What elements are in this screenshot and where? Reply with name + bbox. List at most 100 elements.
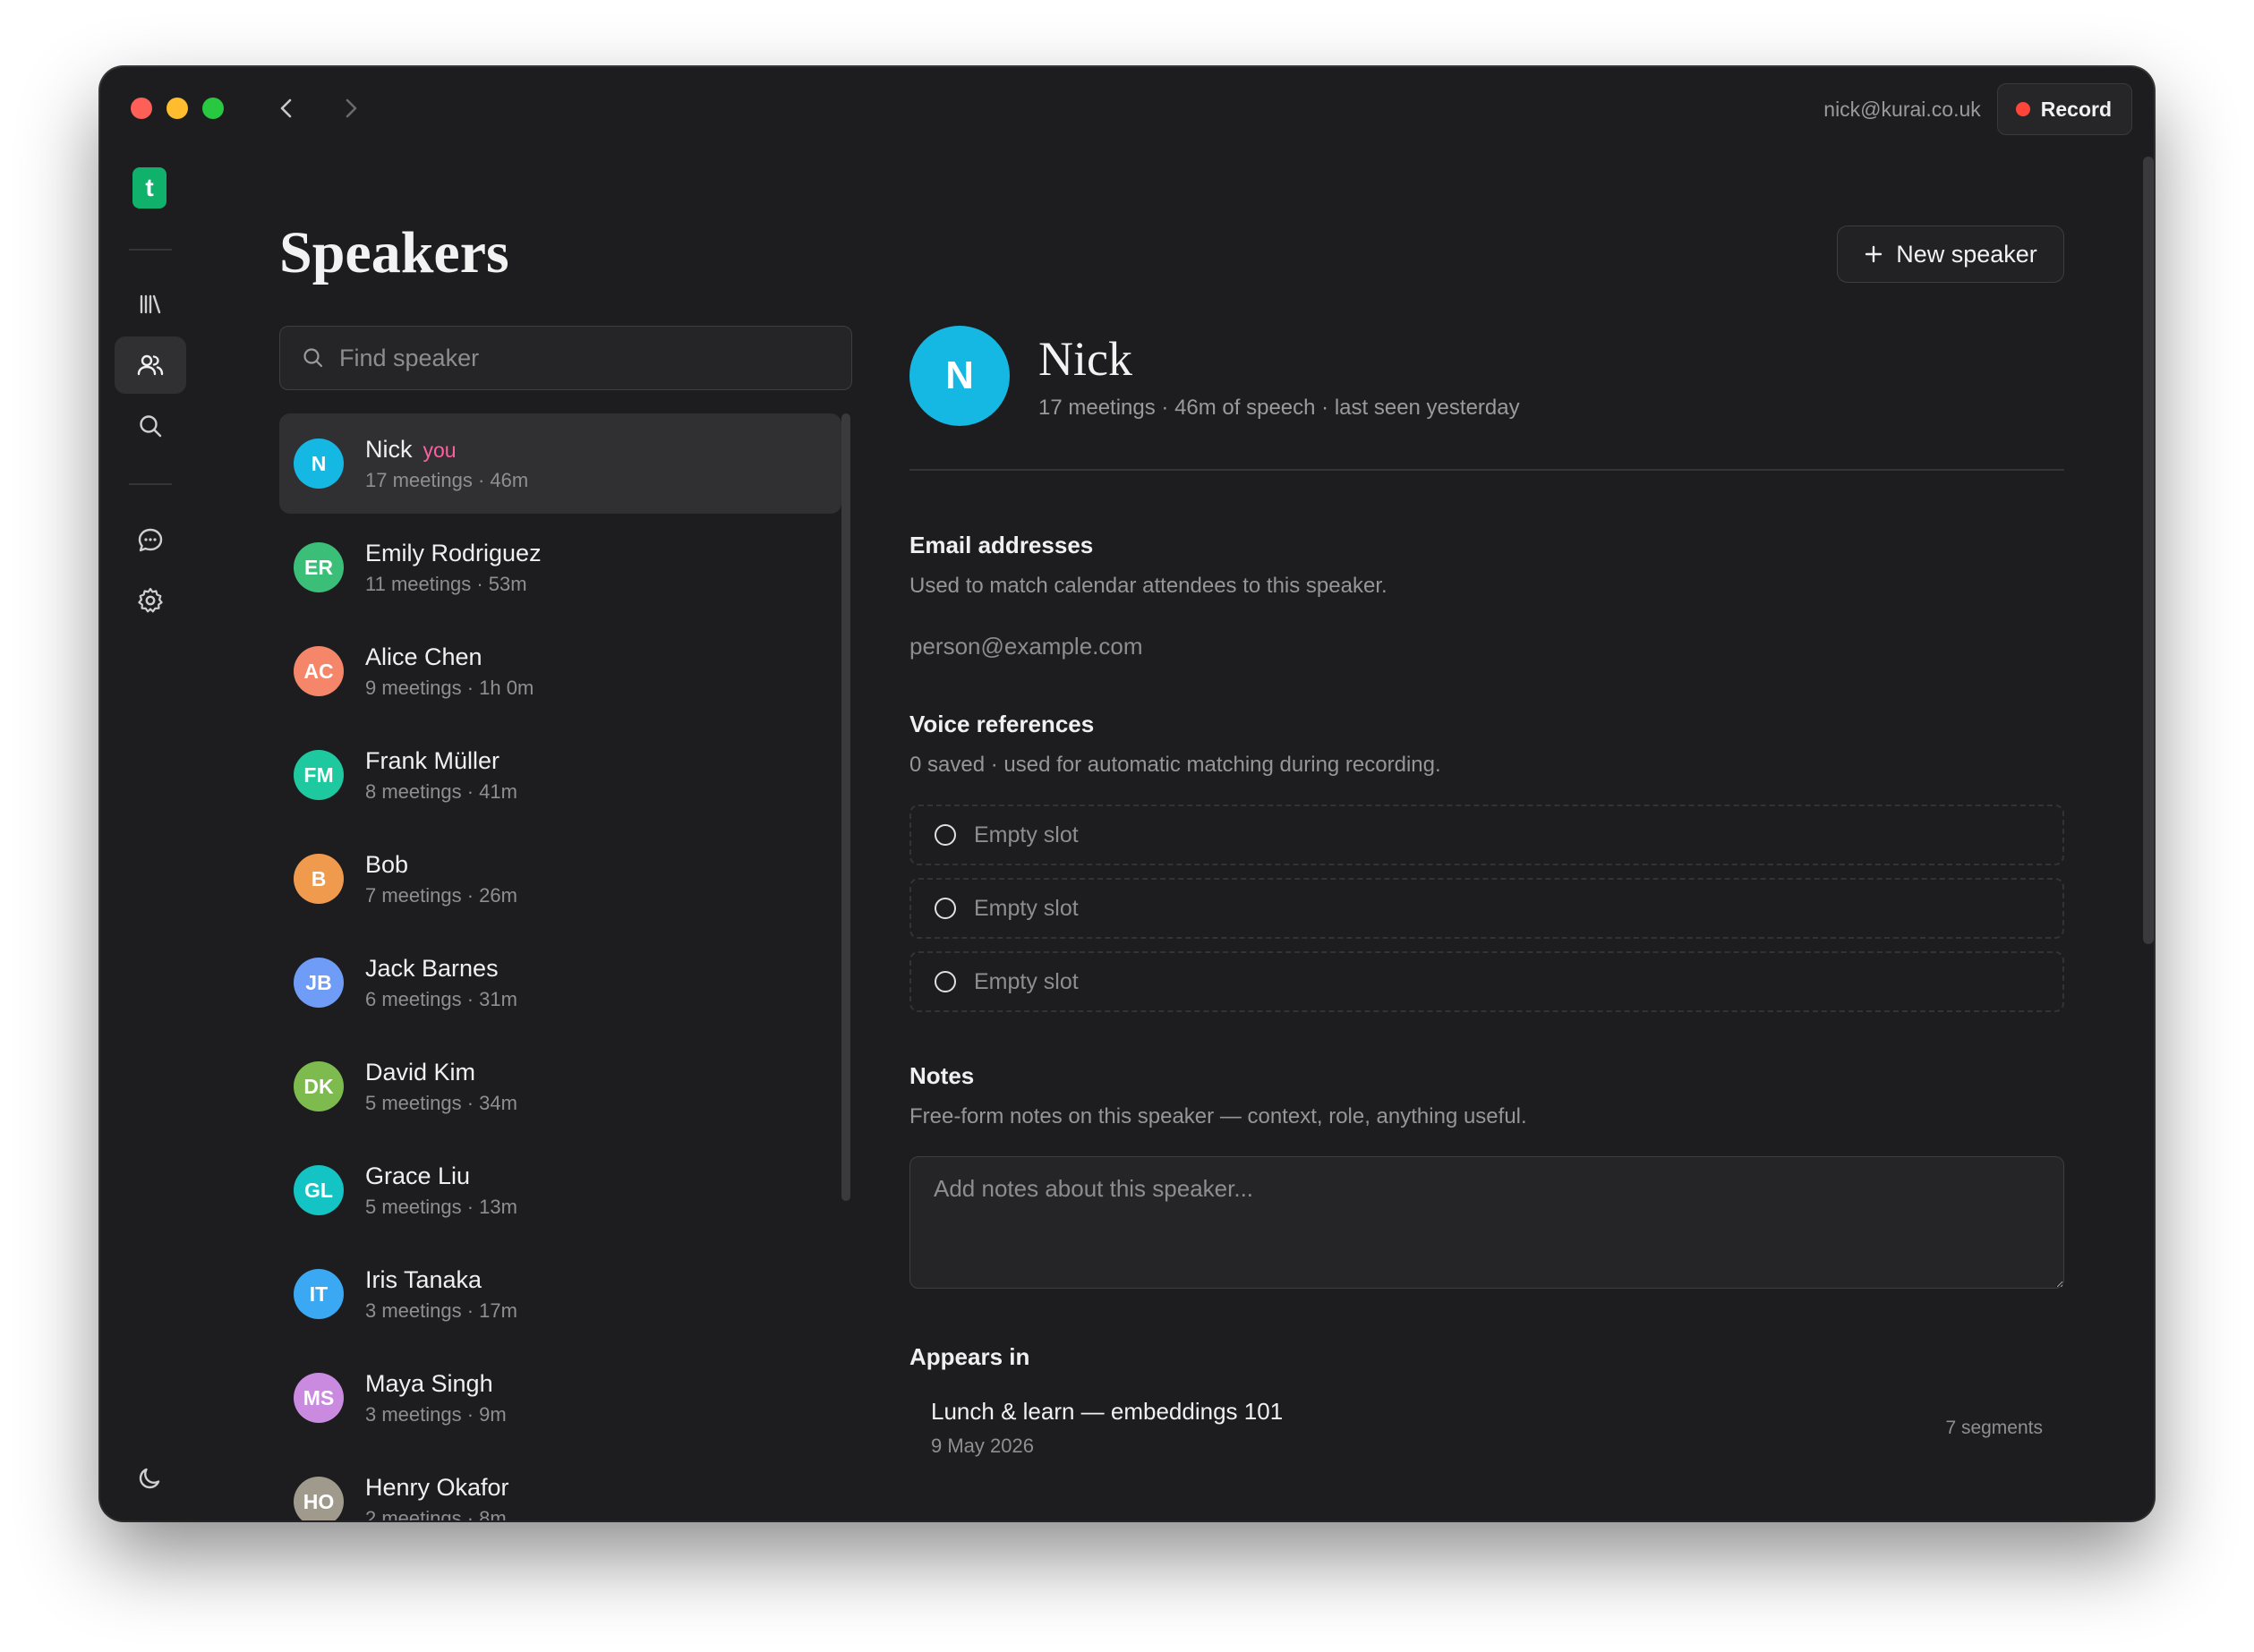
minimize-window-button[interactable]	[166, 98, 188, 119]
speaker-list: N Nick you 17 meetings · 46m ER Emily Rodrigu…	[279, 413, 841, 1520]
page-title: Speakers	[279, 220, 509, 285]
speaker-name-line: Iris Tanaka	[365, 1266, 517, 1294]
speaker-name-line: Maya Singh	[365, 1370, 507, 1398]
speaker-name: Frank Müller	[365, 746, 500, 774]
meeting-item[interactable]: Lunch & learn — embeddings 101 9 May 2026…	[909, 1398, 2064, 1458]
speaker-row[interactable]: ER Emily Rodriguez 11 meetings · 53m	[279, 517, 841, 617]
speaker-info: Nick you 17 meetings · 46m	[365, 436, 528, 492]
speaker-meta: 17 meetings · 46m	[365, 468, 529, 491]
speaker-name: Jack Barnes	[365, 954, 499, 982]
speaker-meta: 8 meetings · 41m	[365, 779, 517, 803]
speakers-icon	[137, 354, 164, 376]
voice-slot[interactable]: Empty slot	[909, 878, 2064, 939]
speaker-meta: 3 meetings · 17m	[365, 1299, 517, 1322]
avatar: N	[294, 439, 344, 489]
nav-speakers[interactable]	[115, 336, 186, 394]
avatar: DK	[294, 1061, 344, 1111]
main-scrollbar[interactable]	[2143, 157, 2154, 944]
speaker-info: Iris Tanaka 3 meetings · 17m	[365, 1266, 517, 1323]
email-field[interactable]	[909, 633, 1536, 660]
library-icon	[140, 294, 161, 314]
empty-circle-icon	[935, 824, 956, 846]
section-title: Appears in	[909, 1343, 1030, 1370]
plus-icon	[1866, 245, 1883, 263]
speaker-row[interactable]: N Nick you 17 meetings · 46m	[279, 413, 841, 514]
speaker-row[interactable]: FM Frank Müller 8 meetings · 41m	[279, 725, 841, 825]
record-dot-icon	[2015, 102, 2030, 116]
nav-search[interactable]	[115, 397, 186, 455]
nav-chat[interactable]	[115, 512, 186, 569]
speaker-name: Iris Tanaka	[365, 1265, 482, 1293]
speaker-name: Maya Singh	[365, 1369, 493, 1397]
speaker-meta: 5 meetings · 13m	[365, 1195, 517, 1218]
avatar: GL	[294, 1165, 344, 1215]
speaker-row[interactable]: MS Maya Singh 3 meetings · 9m	[279, 1348, 841, 1448]
speaker-search[interactable]	[279, 326, 852, 390]
appears-section: Appears in Lunch & learn — embeddings 10…	[909, 1343, 2064, 1458]
speaker-name-line: Emily Rodriguez	[365, 540, 542, 567]
speaker-row[interactable]: DK David Kim 5 meetings · 34m	[279, 1036, 841, 1137]
forward-button[interactable]	[335, 94, 367, 123]
new-speaker-button[interactable]: New speaker	[1837, 226, 2064, 283]
window-controls	[131, 98, 224, 119]
speaker-detail: N Nick 17 meetings · 46m of speech · las…	[909, 326, 2064, 1458]
speaker-meta: 5 meetings · 34m	[365, 1091, 517, 1114]
speaker-info: Henry Okafor 2 meetings · 8m	[365, 1474, 509, 1521]
meeting-date: 9 May 2026	[931, 1435, 1034, 1457]
speaker-meta: 2 meetings · 8m	[365, 1506, 507, 1521]
email-section: Email addresses Used to match calendar a…	[909, 532, 2064, 660]
avatar: HO	[294, 1477, 344, 1520]
voice-slot[interactable]: Empty slot	[909, 805, 2064, 865]
zoom-window-button[interactable]	[202, 98, 224, 119]
voice-slot-list: Empty slot Empty slot Empty slot	[909, 805, 2064, 1012]
speaker-row[interactable]: HO Henry Okafor 2 meetings · 8m	[279, 1452, 841, 1520]
voice-slot-label: Empty slot	[974, 822, 1079, 847]
speaker-row[interactable]: IT Iris Tanaka 3 meetings · 17m	[279, 1244, 841, 1344]
speaker-info: Emily Rodriguez 11 meetings · 53m	[365, 540, 542, 596]
speaker-name-line: Jack Barnes	[365, 955, 517, 983]
nav-settings[interactable]	[115, 572, 186, 629]
voice-slot-label: Empty slot	[974, 968, 1079, 994]
speaker-name: Henry Okafor	[365, 1473, 509, 1501]
avatar: B	[294, 854, 344, 904]
speaker-name-line: Bob	[365, 851, 517, 879]
notes-textarea[interactable]	[909, 1156, 2064, 1289]
speaker-meta: 3 meetings · 9m	[365, 1402, 507, 1426]
app-logo[interactable]: t	[132, 167, 166, 209]
speaker-name: Alice Chen	[365, 643, 482, 670]
speaker-name-heading[interactable]: Nick	[1038, 331, 1520, 387]
speaker-summary: 17 meetings · 46m of speech · last seen …	[1038, 396, 1520, 420]
appears-list: Lunch & learn — embeddings 101 9 May 2026…	[909, 1398, 2064, 1458]
voice-section: Voice references 0 saved · used for auto…	[909, 711, 2064, 1012]
empty-circle-icon	[935, 898, 956, 919]
speaker-name-line: Frank Müller	[365, 747, 517, 775]
speaker-name: Bob	[365, 850, 409, 878]
section-title: Notes	[909, 1062, 975, 1089]
voice-slot[interactable]: Empty slot	[909, 951, 2064, 1012]
nav-library[interactable]	[115, 276, 186, 333]
section-description: Used to match calendar attendees to this…	[909, 574, 1387, 598]
record-label: Record	[2040, 97, 2112, 121]
list-scrollbar[interactable]	[841, 413, 850, 1201]
avatar: N	[909, 326, 1010, 426]
speaker-name: Emily Rodriguez	[365, 539, 542, 566]
chat-icon	[138, 528, 163, 552]
chevron-right-icon	[346, 98, 357, 118]
avatar: FM	[294, 750, 344, 800]
speaker-row[interactable]: AC Alice Chen 9 meetings · 1h 0m	[279, 621, 841, 721]
theme-toggle[interactable]	[115, 1450, 186, 1507]
back-button[interactable]	[270, 94, 303, 123]
avatar: ER	[294, 542, 344, 592]
speaker-name-line: Grace Liu	[365, 1162, 517, 1190]
speaker-info: Grace Liu 5 meetings · 13m	[365, 1162, 517, 1219]
section-title: Voice references	[909, 711, 1095, 737]
speaker-row[interactable]: JB Jack Barnes 6 meetings · 31m	[279, 932, 841, 1033]
speaker-row[interactable]: GL Grace Liu 5 meetings · 13m	[279, 1140, 841, 1240]
speaker-row[interactable]: B Bob 7 meetings · 26m	[279, 829, 841, 929]
rail-divider	[129, 483, 172, 485]
close-window-button[interactable]	[131, 98, 152, 119]
section-title: Email addresses	[909, 532, 1094, 558]
speaker-name-line: Alice Chen	[365, 643, 534, 671]
record-button[interactable]: Record	[1996, 83, 2132, 135]
search-input[interactable]	[339, 344, 823, 372]
